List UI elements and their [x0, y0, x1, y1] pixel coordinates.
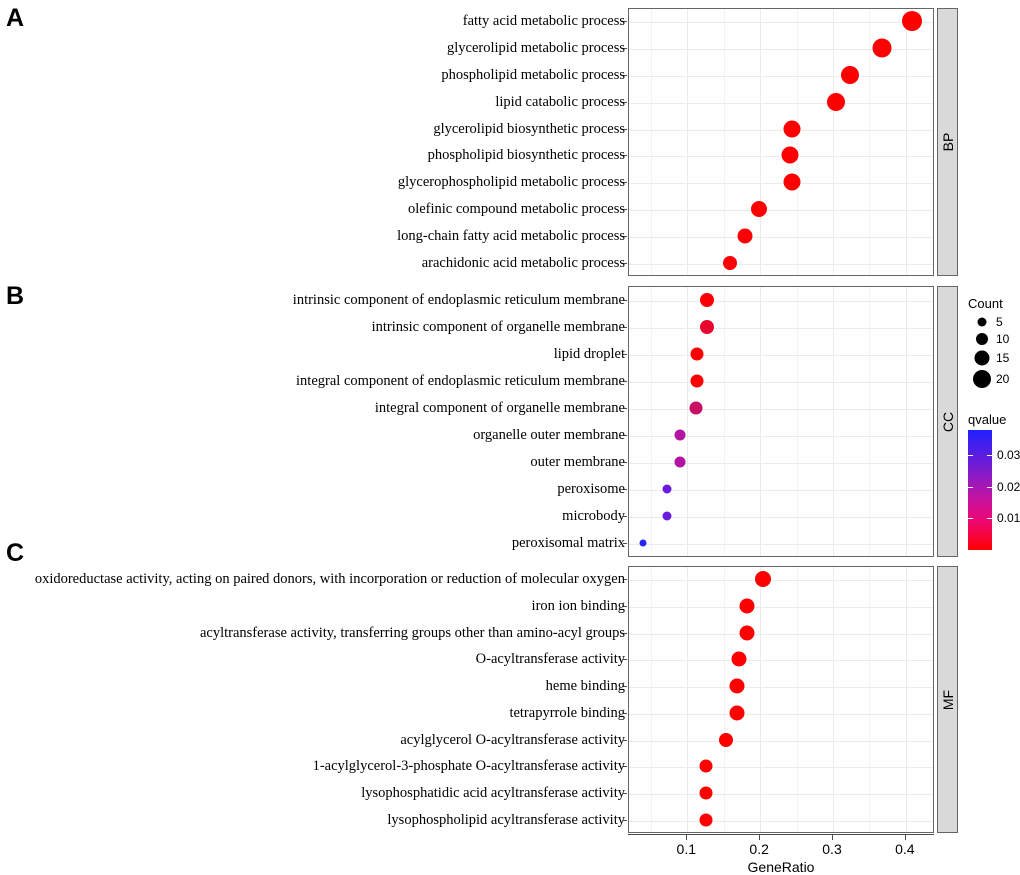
legend-size-title: Count — [968, 296, 1003, 311]
data-point — [739, 598, 755, 614]
legend-size-item: 20 — [968, 368, 1020, 390]
legend-size-dot — [974, 350, 990, 366]
legend-size-label: 15 — [996, 351, 1010, 365]
legend-size-label: 10 — [996, 332, 1010, 346]
x-axis-tick-label: 0.2 — [749, 841, 769, 857]
legend-color-title: qvalue — [968, 412, 1007, 427]
category-label: tetrapyrrole binding — [509, 704, 625, 721]
legend-size-rows: 5 10 15 20 — [968, 314, 1020, 390]
data-point — [729, 705, 745, 721]
category-label: 1-acylglycerol-3-phosphate O-acyltransfe… — [312, 758, 625, 774]
go-enrichment-dotplot-figure: A B C fatty acid metabolic process glycer… — [0, 0, 1020, 875]
colorbar-tick-label: 0.02 — [997, 479, 1020, 494]
legend-colorbar-wrap: 0.03 0.02 0.01 — [968, 430, 1020, 554]
gridline-horizontal — [629, 607, 933, 609]
colorbar-tick — [968, 455, 973, 457]
colorbar-tick-label: 0.03 — [997, 448, 1020, 463]
gridline-horizontal — [629, 713, 933, 715]
gridline-horizontal — [629, 793, 933, 795]
x-axis-line — [628, 834, 934, 835]
data-point — [699, 786, 713, 800]
legend-size-label: 20 — [996, 372, 1010, 386]
colorbar-tick — [987, 486, 992, 488]
data-point — [699, 759, 713, 773]
data-point — [729, 678, 745, 694]
category-label: acyltransferase activity, transferring g… — [199, 624, 625, 641]
legend-size-dot — [977, 317, 987, 327]
legend-size-item: 5 — [968, 314, 1020, 330]
x-axis-tick-label: 0.1 — [676, 841, 697, 857]
x-axis-tick-label: 0.3 — [822, 841, 842, 857]
legend-container: Count 5 10 15 20 qvalue 0.03 0.02 0.01 — [968, 296, 1020, 554]
legend-color: qvalue 0.03 0.02 0.01 — [968, 412, 1020, 554]
x-axis-title: GeneRatio — [747, 859, 815, 875]
x-axis-tick — [904, 835, 906, 840]
category-label: O-acyltransferase activity — [475, 651, 625, 668]
legend-size-dot — [976, 333, 988, 345]
category-label: lysophospholipid acyltransferase activit… — [387, 811, 625, 828]
strip-label: MF — [939, 689, 956, 710]
colorbar-tick-label: 0.01 — [997, 511, 1020, 526]
data-point — [731, 651, 747, 667]
data-point — [699, 813, 713, 827]
x-axis-tick — [832, 835, 833, 840]
legend-size-item: 15 — [968, 348, 1020, 368]
legend-size-item: 10 — [968, 330, 1020, 348]
gridline-horizontal — [629, 580, 933, 582]
gridline-horizontal — [629, 687, 933, 689]
category-label: iron ion binding — [531, 597, 625, 614]
gridline-horizontal — [629, 633, 933, 635]
category-label: acylglycerol O-acyltransferase activity — [400, 731, 625, 748]
gridline-horizontal — [629, 820, 933, 822]
panel-c: oxidoreductase activity, acting on paire… — [0, 0, 1020, 871]
category-label: lysophosphatidic acid acyltransferase ac… — [361, 784, 625, 801]
plot-area-c — [628, 566, 934, 833]
gridline-horizontal — [629, 660, 933, 662]
category-label: heme binding — [545, 677, 625, 694]
category-label: oxidoreductase activity, acting on paire… — [34, 571, 625, 588]
data-point — [719, 732, 734, 747]
colorbar-tick — [968, 518, 973, 520]
colorbar-tick — [968, 486, 973, 488]
legend-size-label: 5 — [996, 315, 1003, 329]
data-point — [754, 571, 771, 588]
colorbar-tick — [987, 518, 992, 520]
panel-strip-mf: MF — [937, 566, 958, 833]
gridline-horizontal — [629, 740, 933, 742]
colorbar-tick — [987, 455, 992, 457]
legend-size-dot — [973, 370, 991, 388]
x-axis-tick — [686, 835, 688, 840]
legend-colorbar — [968, 430, 992, 550]
gridline-horizontal — [629, 767, 933, 769]
x-axis-tick — [759, 835, 761, 840]
x-axis-tick-label: 0.4 — [895, 841, 915, 857]
data-point — [739, 625, 755, 641]
